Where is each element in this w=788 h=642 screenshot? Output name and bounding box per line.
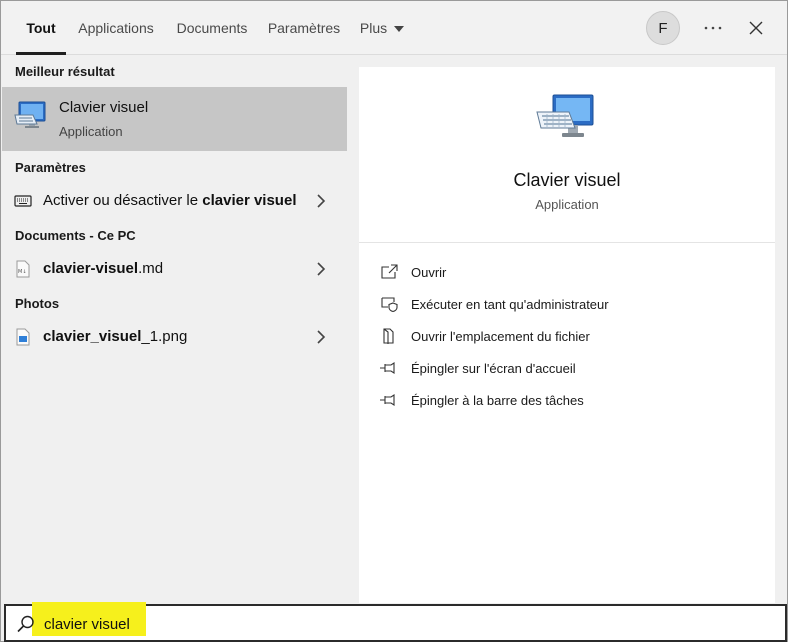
more-options-button[interactable] [697, 13, 729, 43]
documents-heading: Documents - Ce PC [15, 228, 136, 243]
settings-result-label: Activer ou désactiver le clavier visuel [43, 192, 296, 209]
chevron-right-icon[interactable] [315, 262, 327, 276]
close-button[interactable] [741, 13, 771, 43]
best-match-type: Application [59, 124, 123, 139]
search-icon [17, 615, 34, 633]
preview-app-type: Application [535, 197, 599, 212]
tab-all[interactable]: Tout [16, 1, 66, 55]
action-pin-to-start-label: Épingler sur l'écran d'accueil [411, 361, 576, 376]
preview-app-name: Clavier visuel [513, 170, 621, 190]
chevron-right-icon[interactable] [315, 194, 327, 208]
action-run-as-admin-label: Exécuter en tant qu'administrateur [411, 297, 609, 312]
tab-applications-label: Applications [78, 20, 154, 36]
settings-heading: Paramètres [15, 160, 86, 175]
best-match-heading: Meilleur résultat [15, 64, 115, 79]
keyboard-icon [14, 195, 32, 207]
photo-result-item[interactable]: clavier_visuel_1.png [2, 320, 347, 354]
tab-all-label: Tout [26, 20, 56, 36]
avatar[interactable]: F [646, 11, 680, 45]
action-run-as-admin[interactable]: Exécuter en tant qu'administrateur [379, 291, 759, 319]
preview-pane: Clavier visuel Application Ouvrir Exécut… [359, 67, 775, 603]
photo-result-match: clavier_visuel [43, 328, 142, 345]
chevron-right-icon[interactable] [315, 330, 327, 344]
action-open[interactable]: Ouvrir [379, 259, 759, 287]
best-match-item[interactable]: Clavier visuel Application [2, 87, 347, 151]
tab-settings-label: Paramètres [267, 20, 341, 36]
close-icon [749, 21, 763, 35]
document-result-match: clavier-visuel [43, 260, 139, 277]
tab-more-label: Plus [359, 20, 388, 36]
markdown-file-icon: M↓ [16, 260, 30, 278]
photo-result-suffix: _1.png [141, 328, 188, 345]
tab-documents[interactable]: Documents [171, 1, 253, 55]
image-file-icon [16, 328, 30, 346]
document-result-item[interactable]: M↓ clavier-visuel.md [2, 252, 347, 286]
tab-more[interactable]: Plus [356, 1, 408, 55]
file-location-icon [383, 328, 394, 344]
open-icon [381, 264, 398, 279]
pin-icon [380, 393, 395, 407]
tab-applications[interactable]: Applications [76, 1, 156, 55]
action-open-file-location-label: Ouvrir l'emplacement du fichier [411, 329, 590, 344]
action-open-file-location[interactable]: Ouvrir l'emplacement du fichier [379, 323, 759, 351]
on-screen-keyboard-icon [536, 94, 594, 137]
search-box[interactable] [4, 602, 787, 642]
pin-icon [380, 361, 395, 375]
svg-text:M↓: M↓ [18, 269, 27, 275]
action-pin-to-start[interactable]: Épingler sur l'écran d'accueil [379, 355, 759, 383]
tab-settings[interactable]: Paramètres [266, 1, 342, 55]
action-open-label: Ouvrir [411, 265, 447, 280]
document-result-label: clavier-visuel.md [43, 260, 163, 277]
on-screen-keyboard-icon [14, 101, 46, 128]
document-result-suffix: .md [138, 260, 164, 277]
action-pin-to-taskbar[interactable]: Épingler à la barre des tâches [379, 387, 759, 415]
search-input[interactable] [44, 613, 344, 635]
action-pin-to-taskbar-label: Épingler à la barre des tâches [411, 393, 584, 408]
preview-divider [359, 242, 775, 243]
avatar-initial: F [658, 19, 668, 37]
photos-heading: Photos [15, 296, 60, 311]
search-window: Tout Applications Documents Paramètres P… [0, 0, 788, 642]
results-pane: Meilleur résultat Clavier visuel Applica… [2, 56, 347, 603]
chevron-down-icon [394, 26, 405, 32]
run-as-admin-icon [381, 297, 398, 313]
tab-documents-label: Documents [176, 20, 248, 36]
ellipsis-icon [704, 26, 722, 30]
settings-result-item[interactable]: Activer ou désactiver le clavier visuel [2, 184, 347, 218]
settings-result-match: clavier visuel [202, 192, 297, 209]
search-tab-bar: Tout Applications Documents Paramètres P… [1, 1, 787, 55]
settings-result-prefix: Activer ou désactiver le [43, 192, 203, 209]
photo-result-label: clavier_visuel_1.png [43, 328, 187, 345]
best-match-name: Clavier visuel [59, 99, 149, 116]
